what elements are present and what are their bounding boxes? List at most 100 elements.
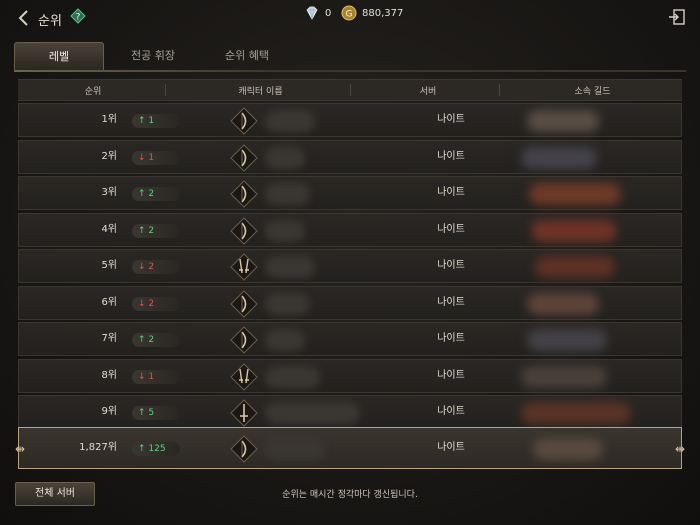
tab-divider <box>14 70 686 72</box>
character-name-blurred <box>265 183 310 205</box>
table-header: 순위 캐릭터 이름 서버 소속 길드 <box>18 79 682 101</box>
header-character-name: 캐릭터 이름 <box>238 86 283 97</box>
page-title: 순위 <box>38 14 62 29</box>
character-name-blurred <box>265 292 310 315</box>
guild-name-blurred <box>527 110 599 132</box>
svg-text:?: ? <box>76 13 81 23</box>
rank-change-badge: ↑ 2 <box>132 223 180 238</box>
rank-change-value: 1 <box>148 116 155 126</box>
rank-change-value: 1 <box>148 152 155 163</box>
arrow-down-icon: ↓ <box>138 298 146 309</box>
arrow-down-icon: ↓ <box>138 371 146 382</box>
guild-name-blurred <box>527 292 599 315</box>
sword-icon <box>230 399 258 427</box>
arrow-up-icon: ↑ <box>138 444 146 454</box>
diamond-icon <box>304 5 320 21</box>
character-name-blurred <box>265 365 320 388</box>
character-name-blurred <box>265 402 360 424</box>
character-name-blurred <box>265 329 305 351</box>
character-name-blurred <box>265 256 315 278</box>
rank-label: 6위 <box>101 296 117 308</box>
diamond-currency: 0 <box>304 5 331 21</box>
character-name-blurred <box>265 110 315 132</box>
arrow-up-icon: ↑ <box>138 189 146 199</box>
bow-icon <box>230 216 258 245</box>
tab-level[interactable]: 레벨 <box>14 42 104 72</box>
ranking-row[interactable]: 4위 ↑ 2 나이트 <box>18 212 682 247</box>
my-ranking-row[interactable]: 1,827위 ↑ 125 나이트 ⇹ ⇹ <box>15 427 685 469</box>
rank-change-value: 5 <box>148 408 155 418</box>
server-name: 나이트 <box>437 369 465 381</box>
server-name: 나이트 <box>437 223 465 235</box>
ranking-row[interactable]: 5위 ↓ 2 나이트 <box>18 249 682 283</box>
highlight-left-icon: ⇹ <box>15 442 26 456</box>
rank-change-value: 125 <box>148 444 166 454</box>
rank-change-value: 2 <box>148 225 155 236</box>
rank-change-value: 2 <box>148 189 155 199</box>
server-name: 나이트 <box>437 406 465 417</box>
tab-war-insignia[interactable]: 전공 휘장 <box>108 42 198 70</box>
help-icon[interactable]: ? <box>70 8 86 24</box>
header-guild: 소속 길드 <box>574 86 611 97</box>
arrow-up-icon: ↑ <box>138 335 146 345</box>
ranking-row[interactable]: 6위 ↓ 2 나이트 <box>18 285 682 320</box>
tab-bar: 레벨 전공 휘장 순위 혜택 <box>14 42 292 72</box>
bow-icon <box>230 435 258 463</box>
rank-change-badge: ↓ 2 <box>132 260 180 274</box>
server-name: 나이트 <box>437 296 465 308</box>
header-separator <box>350 84 351 96</box>
gold-count: 880,377 <box>362 7 404 19</box>
guild-name-blurred <box>533 438 603 460</box>
arrow-up-icon: ↑ <box>138 116 146 126</box>
all-server-button[interactable]: 전체 서버 <box>15 482 95 506</box>
rank-label: 1위 <box>101 114 117 125</box>
rank-label: 4위 <box>101 223 117 235</box>
update-notice: 순위는 매시간 정각마다 갱신됩니다. <box>282 490 418 500</box>
ranking-row[interactable]: 9위 ↑ 5 나이트 <box>18 395 682 429</box>
diamond-count: 0 <box>325 7 332 19</box>
back-icon[interactable] <box>14 8 34 28</box>
ranking-row[interactable]: 1위 ↑ 1 나이트 <box>18 103 682 137</box>
bow-icon <box>230 180 258 208</box>
rank-change-value: 2 <box>148 262 155 272</box>
rank-label: 7위 <box>101 333 117 344</box>
server-name: 나이트 <box>437 260 465 271</box>
daggers-icon <box>230 362 258 391</box>
rank-change-badge: ↑ 5 <box>132 406 180 420</box>
bow-icon <box>230 289 258 318</box>
rank-label: 5위 <box>101 260 117 271</box>
rank-change-badge: ↑ 125 <box>132 442 180 456</box>
bow-icon <box>230 143 258 172</box>
guild-name-blurred <box>521 402 631 424</box>
rank-change-value: 2 <box>148 298 155 309</box>
ranking-row[interactable]: 7위 ↑ 2 나이트 <box>18 322 682 356</box>
server-name: 나이트 <box>437 150 465 162</box>
rank-change-value: 1 <box>148 371 155 382</box>
guild-name-blurred <box>531 219 617 242</box>
tab-rank-rewards[interactable]: 순위 혜택 <box>202 42 292 70</box>
server-name: 나이트 <box>437 114 465 125</box>
rank-change-badge: ↑ 2 <box>132 333 180 347</box>
guild-name-blurred <box>529 183 621 205</box>
rank-change-badge: ↑ 2 <box>132 187 180 201</box>
arrow-up-icon: ↑ <box>138 408 146 418</box>
bow-icon <box>230 326 258 354</box>
bow-icon <box>230 107 258 135</box>
svg-text:G: G <box>346 10 353 20</box>
character-name-blurred <box>265 146 305 169</box>
rank-change-value: 2 <box>148 335 155 345</box>
ranking-row[interactable]: 8위 ↓ 1 나이트 <box>18 358 682 393</box>
highlight-right-icon: ⇹ <box>674 442 685 456</box>
arrow-down-icon: ↓ <box>138 262 146 272</box>
header-separator <box>165 84 166 96</box>
guild-name-blurred <box>521 146 597 169</box>
gold-currency: G 880,377 <box>341 5 403 21</box>
header-rank: 순위 <box>84 86 102 97</box>
exit-icon[interactable] <box>668 8 686 26</box>
ranking-row[interactable]: 2위 ↓ 1 나이트 <box>18 139 682 174</box>
arrow-down-icon: ↓ <box>138 152 146 163</box>
daggers-icon <box>230 253 258 281</box>
server-name: 나이트 <box>437 187 465 198</box>
rank-change-badge: ↓ 1 <box>132 150 180 165</box>
ranking-row[interactable]: 3위 ↑ 2 나이트 <box>18 176 682 210</box>
